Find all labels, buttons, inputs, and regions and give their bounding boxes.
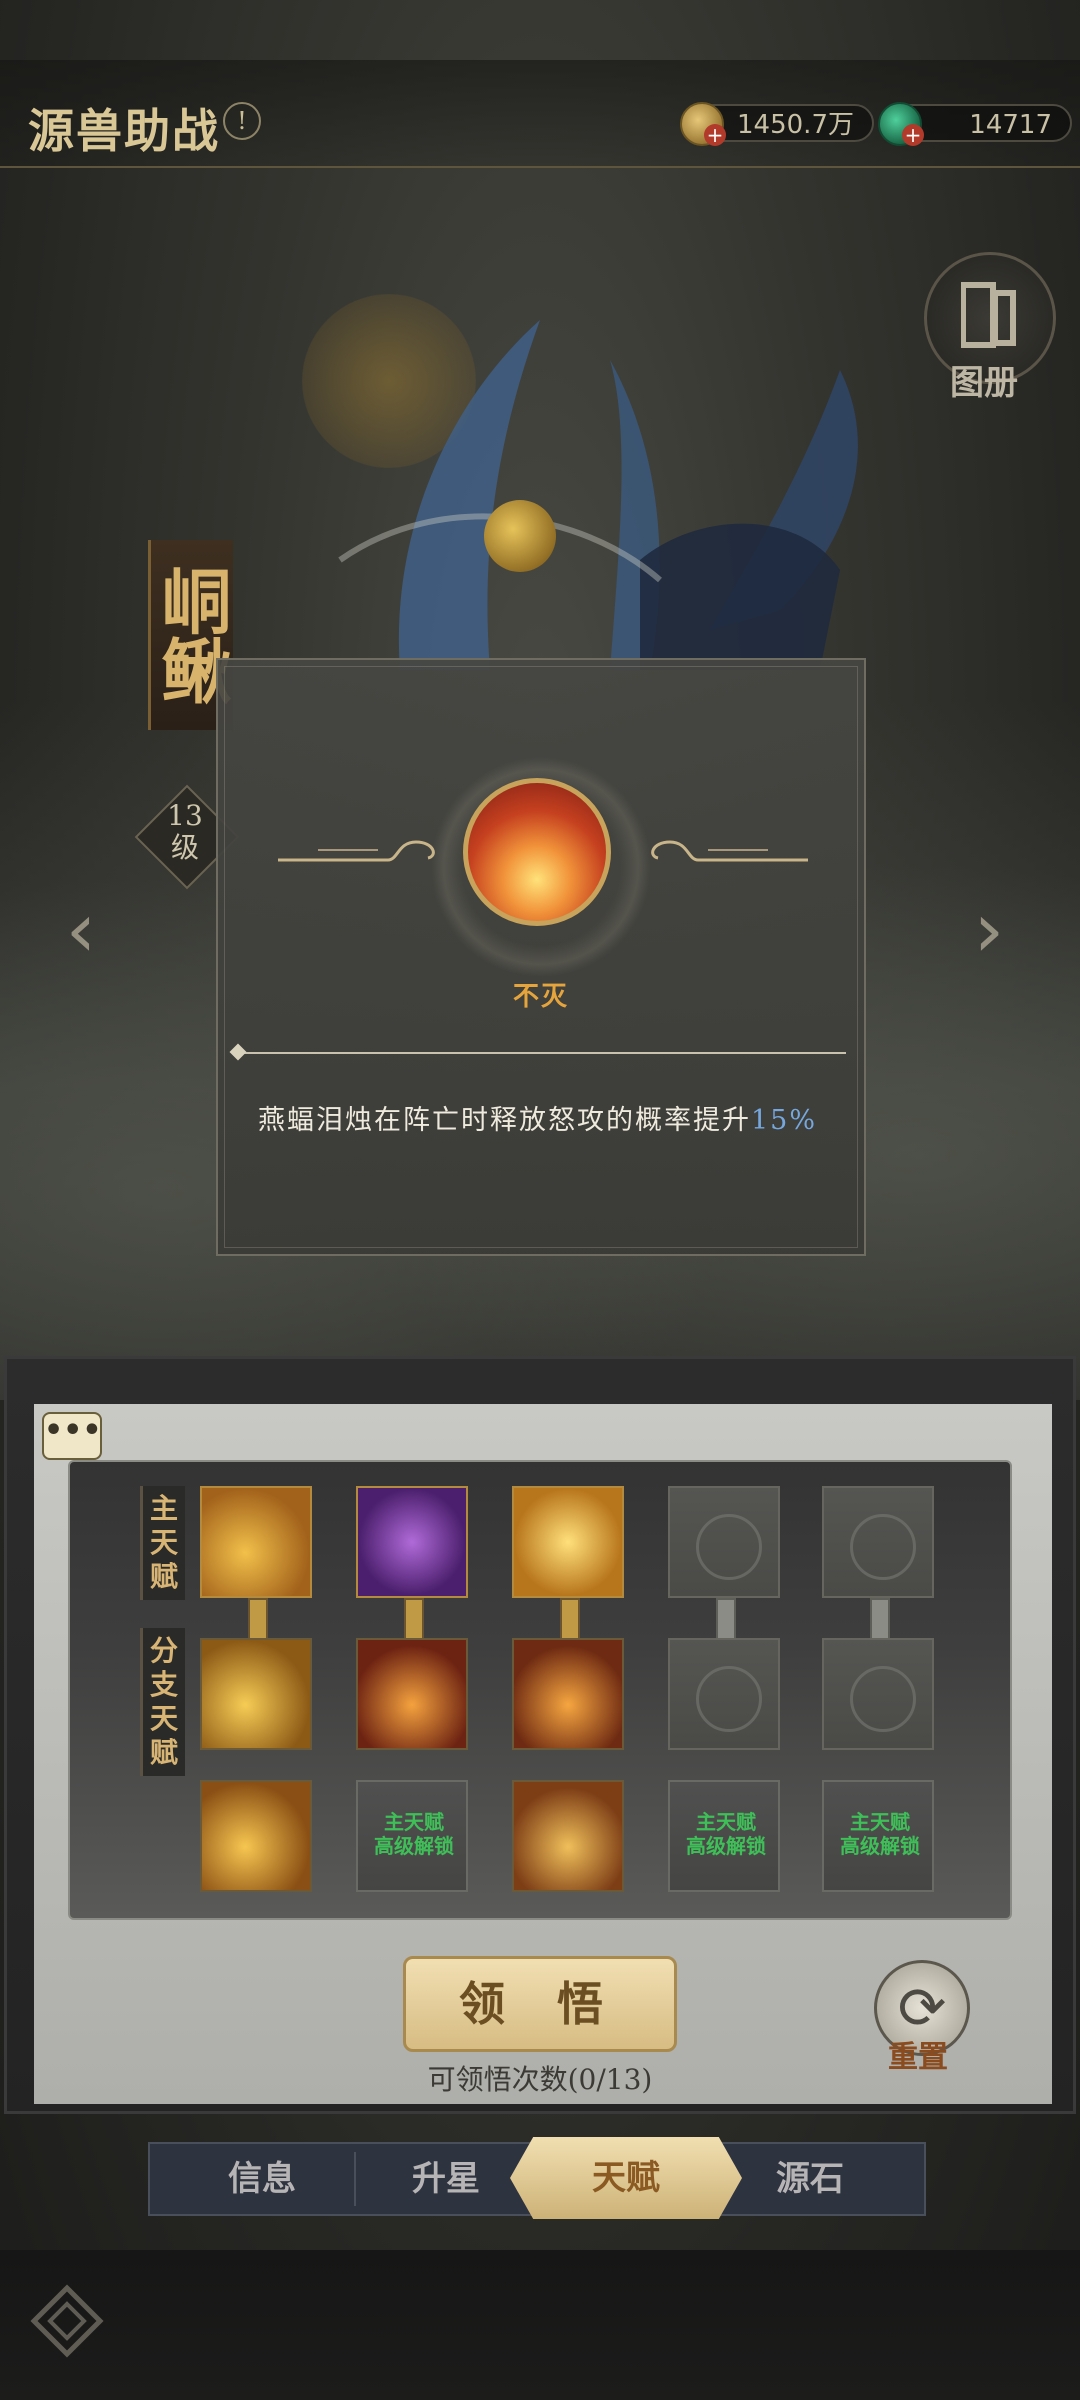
jade-amount: 14717 bbox=[969, 110, 1052, 140]
branch-talent-label: 分支天赋 bbox=[140, 1628, 185, 1776]
help-icon[interactable]: ! bbox=[223, 102, 261, 140]
locked-note-line2: 高级解锁 bbox=[374, 1834, 454, 1858]
branch-talent-slot-9-locked[interactable]: 主天赋 高级解锁 bbox=[668, 1780, 780, 1892]
tab-talent[interactable]: 天赋 bbox=[510, 2137, 742, 2219]
back-home-icon[interactable] bbox=[28, 2282, 106, 2360]
talent-connector bbox=[248, 1598, 268, 1640]
jade-currency[interactable]: + 14717 bbox=[878, 102, 1072, 146]
page-title: 源兽助战 bbox=[28, 104, 220, 158]
locked-note-line2: 高级解锁 bbox=[840, 1834, 920, 1858]
talent-description: 燕蝠泪烛在阵亡时释放怒攻的概率提升15% bbox=[258, 1098, 838, 1137]
branch-talent-slot-5-locked[interactable] bbox=[822, 1638, 934, 1750]
talent-connector bbox=[560, 1598, 580, 1640]
talent-connector bbox=[716, 1598, 736, 1640]
tab-source-stone[interactable]: 源石 bbox=[720, 2142, 900, 2216]
talent-name: 不灭 bbox=[512, 982, 569, 1012]
add-jade-icon[interactable]: + bbox=[902, 124, 924, 146]
reset-label: 重置 bbox=[888, 2040, 948, 2075]
talent-connector bbox=[404, 1598, 424, 1640]
gallery-label: 图册 bbox=[950, 363, 1018, 403]
locked-note-line2: 高级解锁 bbox=[686, 1834, 766, 1858]
branch-talent-slot-3[interactable] bbox=[512, 1638, 624, 1750]
branch-talent-slot-1[interactable] bbox=[200, 1638, 312, 1750]
branch-talent-slot-4-locked[interactable] bbox=[668, 1638, 780, 1750]
description-text: 燕蝠泪烛在阵亡时释放怒攻的概率提升 bbox=[258, 1105, 751, 1136]
next-creature-arrow-icon[interactable]: › bbox=[954, 890, 1024, 970]
branch-talent-slot-2[interactable] bbox=[356, 1638, 468, 1750]
level-unit: 级 bbox=[170, 831, 199, 864]
cloud-decoration-right bbox=[651, 840, 808, 862]
talent-flame-icon bbox=[463, 778, 611, 926]
locked-emblem-icon bbox=[850, 1666, 916, 1732]
chat-icon[interactable]: ••• bbox=[42, 1412, 102, 1460]
locked-note: 主天赋 高级解锁 bbox=[362, 1810, 466, 1858]
branch-talent-slot-8[interactable] bbox=[512, 1780, 624, 1892]
branch-talent-slot-7-locked[interactable]: 主天赋 高级解锁 bbox=[356, 1780, 468, 1892]
locked-note-line1: 主天赋 bbox=[696, 1810, 756, 1834]
main-talent-slot-3[interactable] bbox=[512, 1486, 624, 1598]
branch-talent-slot-6[interactable] bbox=[200, 1780, 312, 1892]
main-talent-slot-4-locked[interactable] bbox=[668, 1486, 780, 1598]
main-talent-label: 主天赋 bbox=[140, 1486, 185, 1600]
add-copper-icon[interactable]: + bbox=[704, 124, 726, 146]
locked-note: 主天赋 高级解锁 bbox=[828, 1810, 932, 1858]
gallery-book-icon bbox=[961, 282, 1016, 348]
description-value: 15% bbox=[751, 1105, 818, 1136]
creature-illustration bbox=[338, 320, 858, 670]
copper-amount: 1450.7万 bbox=[737, 110, 854, 140]
bottom-bar bbox=[0, 2250, 1080, 2400]
locked-emblem-icon bbox=[696, 1666, 762, 1732]
main-talent-slot-1[interactable] bbox=[200, 1486, 312, 1598]
talent-connector bbox=[870, 1598, 890, 1640]
locked-emblem-icon bbox=[696, 1514, 762, 1580]
branch-talent-slot-10-locked[interactable]: 主天赋 高级解锁 bbox=[822, 1780, 934, 1892]
tab-info[interactable]: 信息 bbox=[172, 2142, 352, 2216]
main-talent-slot-5-locked[interactable] bbox=[822, 1486, 934, 1598]
learn-button[interactable]: 领 悟 bbox=[403, 1956, 677, 2052]
level-number: 13 bbox=[167, 799, 203, 832]
previous-creature-arrow-icon[interactable]: ‹ bbox=[46, 890, 116, 970]
tab-star-up[interactable]: 升星 bbox=[356, 2142, 536, 2216]
locked-note-line1: 主天赋 bbox=[850, 1810, 910, 1834]
creature-orb-decoration bbox=[484, 500, 556, 572]
level-text: 13 级 bbox=[160, 800, 210, 864]
talent-detail-popup[interactable]: 不灭 燕蝠泪烛在阵亡时释放怒攻的概率提升15% bbox=[216, 658, 866, 1256]
copper-currency[interactable]: + 1450.7万 bbox=[680, 102, 874, 146]
cloud-decoration-left bbox=[278, 840, 435, 862]
locked-note: 主天赋 高级解锁 bbox=[674, 1810, 778, 1858]
locked-emblem-icon bbox=[850, 1514, 916, 1580]
divider bbox=[238, 1052, 846, 1054]
locked-note-line1: 主天赋 bbox=[384, 1810, 444, 1834]
main-talent-slot-2[interactable] bbox=[356, 1486, 468, 1598]
divider-ornament bbox=[229, 1043, 247, 1061]
